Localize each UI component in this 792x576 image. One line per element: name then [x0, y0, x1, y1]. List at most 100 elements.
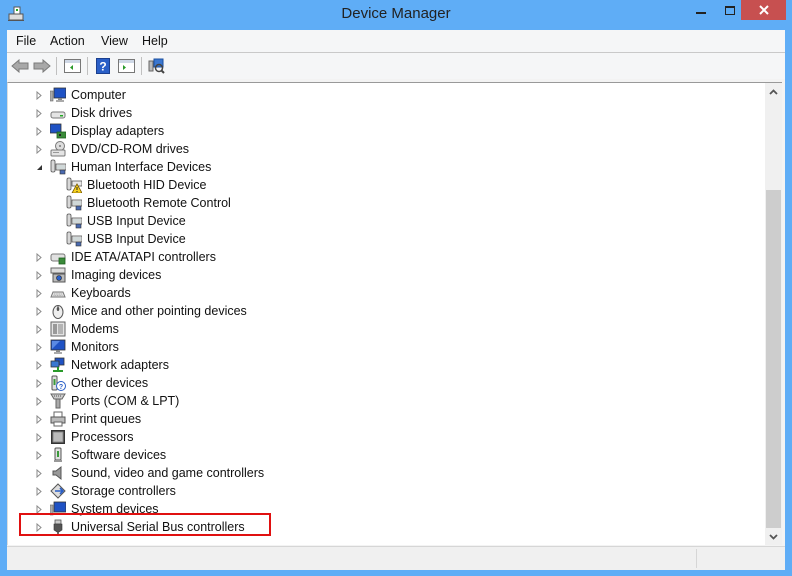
status-bar	[7, 546, 785, 570]
expand-arrow-icon[interactable]	[34, 392, 44, 410]
tree-device[interactable]: USB Input Device	[52, 212, 186, 230]
tree-node-label: System devices	[71, 502, 159, 516]
keyboard-icon	[50, 285, 66, 301]
expand-arrow-icon[interactable]	[34, 302, 44, 320]
forward-button[interactable]	[32, 56, 52, 76]
tree-category[interactable]: Storage controllers	[34, 482, 176, 500]
tree-device[interactable]: Bluetooth Remote Control	[52, 194, 231, 212]
scroll-down-button[interactable]	[765, 528, 782, 545]
hid-icon	[66, 231, 82, 247]
tree-node-label: Bluetooth Remote Control	[87, 196, 231, 210]
tree-category[interactable]: Universal Serial Bus controllers	[34, 518, 245, 536]
expand-arrow-icon[interactable]	[34, 338, 44, 356]
vertical-scrollbar[interactable]	[765, 83, 782, 545]
expand-arrow-icon[interactable]	[34, 104, 44, 122]
expand-arrow-icon[interactable]	[34, 356, 44, 374]
scrollbar-thumb[interactable]	[766, 190, 781, 528]
device-tree: Computer Disk drives Display adapters DVD/C…	[8, 83, 764, 545]
tree-category[interactable]: Modems	[34, 320, 119, 338]
tree-node-label: Bluetooth HID Device	[87, 178, 207, 192]
tree-category[interactable]: System devices	[34, 500, 159, 518]
expand-arrow-icon[interactable]	[34, 86, 44, 104]
toolbar-separator	[87, 57, 88, 75]
tree-node-label: Sound, video and game controllers	[71, 466, 265, 480]
scroll-up-button[interactable]	[765, 83, 782, 100]
svg-text:?: ?	[99, 60, 106, 74]
display-adapter-icon	[50, 123, 66, 139]
expand-arrow-icon[interactable]	[34, 284, 44, 302]
show-hide-console-tree-icon	[63, 59, 81, 73]
tree-category[interactable]: Print queues	[34, 410, 141, 428]
tree-node-label: Keyboards	[71, 286, 131, 300]
tree-category[interactable]: Sound, video and game controllers	[34, 464, 264, 482]
tree-node-label: Network adapters	[71, 358, 169, 372]
tree-node-label: Processors	[71, 430, 134, 444]
expand-arrow-icon[interactable]	[34, 500, 44, 518]
expand-arrow-icon[interactable]	[34, 464, 44, 482]
hid-icon	[66, 195, 82, 211]
tree-category[interactable]: Keyboards	[34, 284, 131, 302]
tree-category[interactable]: IDE ATA/ATAPI controllers	[34, 248, 216, 266]
tree-node-label: Mice and other pointing devices	[71, 304, 247, 318]
menu-view[interactable]: View	[101, 34, 128, 48]
network-adapter-icon	[50, 357, 66, 373]
expand-arrow-icon[interactable]	[34, 374, 44, 392]
expand-arrow-icon[interactable]	[34, 248, 44, 266]
minimize-button[interactable]	[686, 0, 716, 20]
svg-text:?: ?	[59, 384, 63, 391]
expand-arrow-icon[interactable]	[34, 140, 44, 158]
expand-arrow-icon[interactable]	[34, 410, 44, 428]
menu-help[interactable]: Help	[142, 34, 168, 48]
port-icon	[50, 393, 66, 409]
title-bar: Device Manager	[0, 0, 792, 30]
tree-category[interactable]: Monitors	[34, 338, 119, 356]
tree-node-label: Computer	[71, 88, 126, 102]
storage-controller-icon	[50, 483, 66, 499]
tree-category[interactable]: Processors	[34, 428, 134, 446]
expand-arrow-icon[interactable]	[34, 518, 44, 536]
expand-arrow-icon[interactable]	[34, 446, 44, 464]
tree-node-label: Other devices	[71, 376, 149, 390]
show-action-pane-button[interactable]	[116, 56, 136, 76]
tree-category[interactable]: Ports (COM & LPT)	[34, 392, 179, 410]
chevron-up-icon	[769, 88, 778, 95]
other-devices-icon: ?	[50, 375, 66, 391]
tree-device[interactable]: USB Input Device	[52, 230, 186, 248]
tree-category[interactable]: Display adapters	[34, 122, 164, 140]
device-tree-pane: Computer Disk drives Display adapters DVD/C…	[7, 82, 782, 545]
expand-arrow-icon[interactable]	[34, 266, 44, 284]
scan-hardware-button[interactable]	[147, 56, 167, 76]
help-button[interactable]: ?	[93, 56, 113, 76]
tree-category[interactable]: Imaging devices	[34, 266, 161, 284]
menu-file[interactable]: File	[16, 34, 36, 48]
tree-category[interactable]: ? Other devices	[34, 374, 148, 392]
tree-category[interactable]: Human Interface Devices	[34, 158, 211, 176]
maximize-button[interactable]	[716, 0, 744, 20]
ide-controller-icon	[50, 249, 66, 265]
back-button[interactable]	[10, 56, 30, 76]
tree-category[interactable]: Computer	[34, 86, 126, 104]
sound-icon	[50, 465, 66, 481]
tree-node-label: IDE ATA/ATAPI controllers	[71, 250, 216, 264]
tree-category[interactable]: Network adapters	[34, 356, 169, 374]
tree-category[interactable]: DVD/CD-ROM drives	[34, 140, 189, 158]
mouse-icon	[50, 303, 66, 319]
menu-action[interactable]: Action	[50, 34, 85, 48]
tree-node-label: DVD/CD-ROM drives	[71, 142, 190, 156]
tree-category[interactable]: Mice and other pointing devices	[34, 302, 247, 320]
toolbar: ?	[7, 53, 785, 79]
tree-node-label: Imaging devices	[71, 268, 162, 282]
tree-category[interactable]: Disk drives	[34, 104, 132, 122]
show-hide-console-tree-button[interactable]	[62, 56, 82, 76]
tree-node-label: Storage controllers	[71, 484, 176, 498]
close-button[interactable]	[741, 0, 786, 20]
collapse-arrow-icon[interactable]	[34, 158, 44, 176]
tree-device[interactable]: Bluetooth HID Device	[52, 176, 207, 194]
tree-category[interactable]: Software devices	[34, 446, 166, 464]
hid-warning-icon	[66, 177, 82, 193]
expand-arrow-icon[interactable]	[34, 320, 44, 338]
window-title: Device Manager	[341, 5, 451, 22]
expand-arrow-icon[interactable]	[34, 482, 44, 500]
expand-arrow-icon[interactable]	[34, 428, 44, 446]
expand-arrow-icon[interactable]	[34, 122, 44, 140]
